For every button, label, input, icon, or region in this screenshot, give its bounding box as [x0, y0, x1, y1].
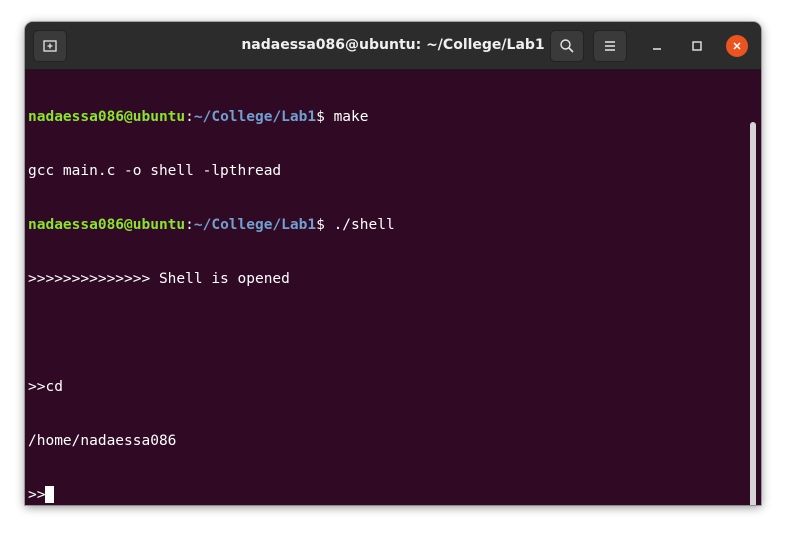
close-icon — [733, 42, 741, 50]
new-tab-button[interactable] — [33, 30, 67, 62]
prompt-user: nadaessa086@ubuntu — [28, 217, 186, 233]
maximize-button[interactable] — [686, 35, 708, 57]
prompt-dollar: $ — [316, 109, 334, 125]
search-icon — [560, 39, 574, 53]
prompt-path: ~/College/Lab1 — [193, 217, 317, 233]
output-line: gcc main.c -o shell -lpthread — [28, 163, 282, 179]
hamburger-menu-icon — [605, 41, 615, 51]
minimize-button[interactable] — [646, 35, 668, 57]
prompt-separator: : — [185, 217, 194, 233]
command-text: ./shell — [333, 217, 395, 233]
maximize-icon — [692, 41, 702, 51]
vertical-scrollbar[interactable] — [750, 122, 756, 505]
shell-prompt-line[interactable]: >> — [28, 486, 395, 504]
minimize-icon — [653, 48, 661, 50]
menu-button[interactable] — [593, 30, 627, 62]
close-button[interactable] — [726, 35, 748, 57]
title-bar[interactable]: nadaessa086@ubuntu: ~/College/Lab1 — [25, 22, 761, 70]
shell-prompt: >> — [28, 487, 46, 503]
text-cursor — [45, 486, 55, 503]
prompt-user: nadaessa086@ubuntu — [28, 109, 186, 125]
window-title: nadaessa086@ubuntu: ~/College/Lab1 — [241, 37, 545, 53]
prompt-path: ~/College/Lab1 — [193, 109, 317, 125]
search-button[interactable] — [550, 30, 584, 62]
output-line: >>>>>>>>>>>>>> Shell is opened — [28, 271, 290, 287]
output-line: /home/nadaessa086 — [28, 433, 177, 449]
prompt-dollar: $ — [316, 217, 334, 233]
new-tab-icon — [43, 40, 57, 52]
prompt-separator: : — [185, 109, 194, 125]
command-text: make — [333, 109, 369, 125]
prompt-line: nadaessa086@ubuntu:~/College/Lab1$ make — [28, 108, 395, 126]
terminal-output-area[interactable]: nadaessa086@ubuntu:~/College/Lab1$ make … — [25, 70, 761, 505]
terminal-window: nadaessa086@ubuntu: ~/College/Lab1 nadae… — [25, 22, 761, 505]
shell-command-line: >>cd — [28, 379, 63, 395]
prompt-line: nadaessa086@ubuntu:~/College/Lab1$ ./she… — [28, 216, 395, 234]
